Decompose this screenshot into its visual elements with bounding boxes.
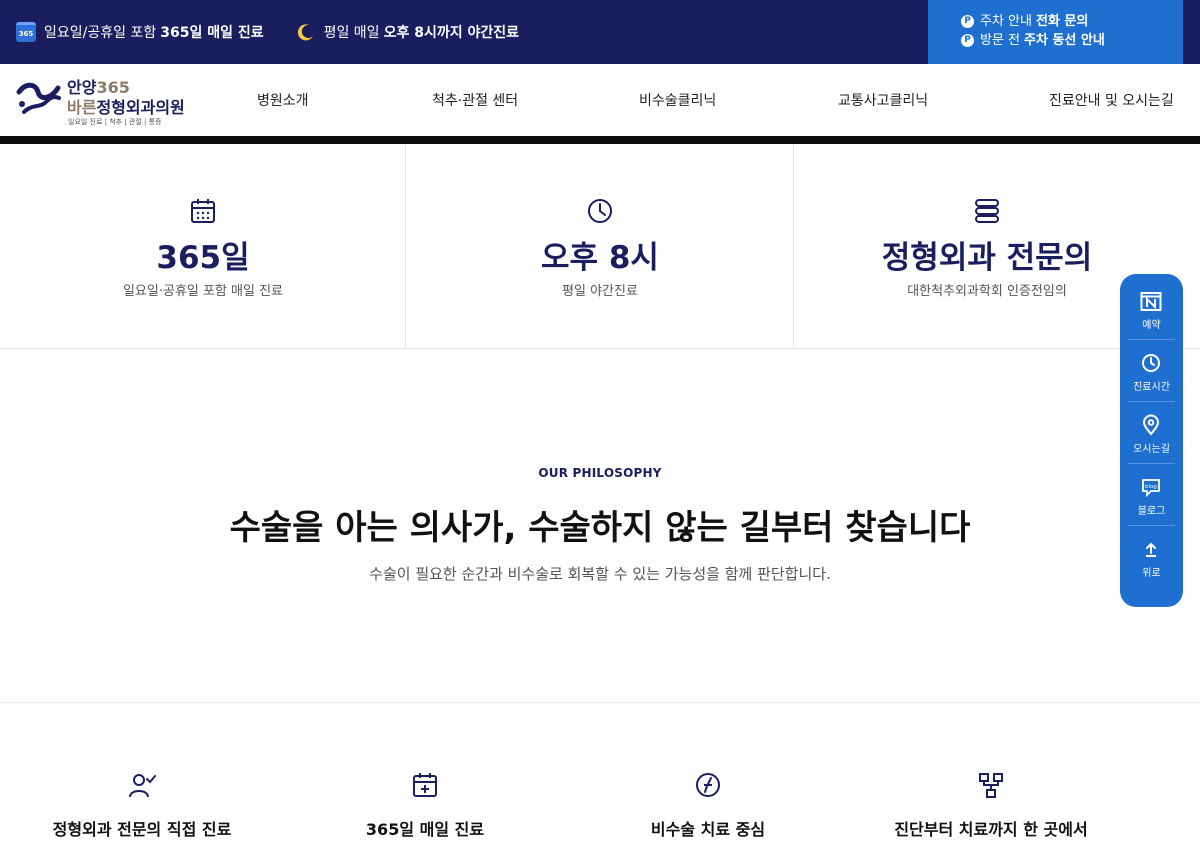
quick-directions-label: 오시는길 [1133,444,1170,455]
nav-divider [0,136,1200,144]
stat-365: 365일 일요일·공휴일 포함 매일 진료 [0,144,406,348]
calendar-icon [191,199,215,223]
parking-icon: P [961,15,974,28]
stats-divider [793,144,794,348]
flow-icon [979,773,1003,798]
stats-section: 365일 일요일·공휴일 포함 매일 진료 오후 8시 평일 야간진료 정형외과… [0,144,1200,349]
info-night: 평일 매일 오후 8시까지 야간진료 [296,22,523,42]
clock-icon [588,199,612,223]
calendar-plus-icon [413,773,437,797]
quick-blog-button[interactable]: blog 블로그 [1120,464,1183,525]
nav-item-about[interactable]: 병원소개 [257,90,309,110]
quick-blog-label: 블로그 [1137,506,1166,517]
feature-nonsurgical: 비수술 치료 중심 [558,770,858,840]
quick-top-button[interactable]: 위로 [1120,526,1183,587]
quick-reservation-button[interactable]: 예약 [1120,278,1183,339]
quick-hours-label: 진료시간 [1133,382,1170,393]
parking-info-panel[interactable]: P 주차 안내 전화 문의 P 방문 전 주차 동선 안내 [928,0,1183,64]
nav-item-spine-joint[interactable]: 척추·관절 센터 [432,90,518,110]
main-navigation: 안양365 바른정형외과의원 일요일 진료 | 척추 | 관절 | 통증 병원소… [0,64,1200,136]
info-365-bold: 365일 매일 진료 [160,25,264,41]
parking-route-pre: 방문 전 [980,33,1021,48]
philosophy-eyebrow: OUR PHILOSOPHY [538,466,662,480]
arrow-up-icon [1146,542,1156,557]
location-pin-icon [1142,414,1160,436]
top-info-bar: 365 일요일/공휴일 포함 365일 매일 진료 평일 매일 오후 8시까지 … [0,0,1200,64]
stats-divider [405,144,406,348]
blog-icon: blog [1142,479,1160,498]
stat-365-caption: 일요일·공휴일 포함 매일 진료 [122,284,284,299]
philosophy-subtitle: 수술이 필요한 순간과 비수술로 회복할 수 있는 가능성을 함께 판단합니다. [369,565,831,583]
parking-route-link[interactable]: P 방문 전 주차 동선 안내 [961,31,1183,50]
quick-menu: 예약 진료시간 오시는길 blog 블로그 위로 [1120,274,1183,607]
quick-top-label: 위로 [1142,568,1161,579]
quick-hours-button[interactable]: 진료시간 [1120,340,1183,401]
info-365-pre: 일요일/공휴일 포함 [44,25,157,41]
stack-icon [975,199,999,223]
stat-specialist-value: 정형외과 전문의 [881,240,1093,276]
parking-call-bold: 전화 문의 [1035,14,1089,29]
clock-icon [1142,354,1160,372]
svg-text:blog: blog [1145,484,1157,490]
calendar-365-icon: 365 [16,22,36,42]
feature-one-stop-label: 진단부터 치료까지 한 곳에서 [894,820,1088,839]
info-night-pre: 평일 매일 [323,25,380,41]
nav-item-nonsurgical[interactable]: 비수술클리닉 [639,90,716,110]
philosophy-title: 수술을 아는 의사가, 수술하지 않는 길부터 찾습니다 [229,508,971,548]
feature-one-stop: 진단부터 치료까지 한 곳에서 [841,770,1141,840]
feature-nonsurgical-label: 비수술 치료 중심 [650,820,766,839]
stat-night-caption: 평일 야간진료 [562,284,638,299]
top-info-left: 365 일요일/공휴일 포함 365일 매일 진료 평일 매일 오후 8시까지 … [16,0,551,64]
doctor-check-icon [129,774,156,798]
info-night-bold: 오후 8시까지 야간진료 [383,25,519,41]
stat-night: 오후 8시 평일 야간진료 [406,144,794,348]
logo-tagline: 일요일 진료 | 척추 | 관절 | 통증 [68,118,162,126]
parking-call-link[interactable]: P 주차 안내 전화 문의 [961,12,1183,31]
naver-icon [1140,292,1162,311]
clinic-logo[interactable]: 안양365 바른정형외과의원 일요일 진료 | 척추 | 관절 | 통증 [16,74,196,130]
quick-reservation-label: 예약 [1142,320,1161,331]
nav-item-traffic-accident[interactable]: 교통사고클리닉 [838,90,928,110]
nav-item-info-directions[interactable]: 진료안내 및 오시는길 [1049,90,1174,110]
feature-365-label: 365일 매일 진료 [365,820,485,839]
moon-icon [297,24,313,41]
quick-directions-button[interactable]: 오시는길 [1120,402,1183,463]
section-divider [0,702,1200,703]
logo-line-2: 바른정형외과의원 [67,98,185,117]
logo-mark-icon [16,82,61,114]
stat-night-value: 오후 8시 [541,240,659,276]
stat-365-value: 365일 [156,240,250,276]
info-365: 365 일요일/공휴일 포함 365일 매일 진료 [16,22,268,42]
parking-icon: P [961,34,974,47]
feature-specialist-label: 정형외과 전문의 직접 진료 [52,820,232,839]
compass-icon [696,773,720,797]
parking-route-bold: 주차 동선 안내 [1024,33,1105,48]
parking-call-pre: 주차 안내 [980,14,1032,29]
feature-specialist: 정형외과 전문의 직접 진료 [0,770,292,840]
feature-365: 365일 매일 진료 [275,770,575,840]
